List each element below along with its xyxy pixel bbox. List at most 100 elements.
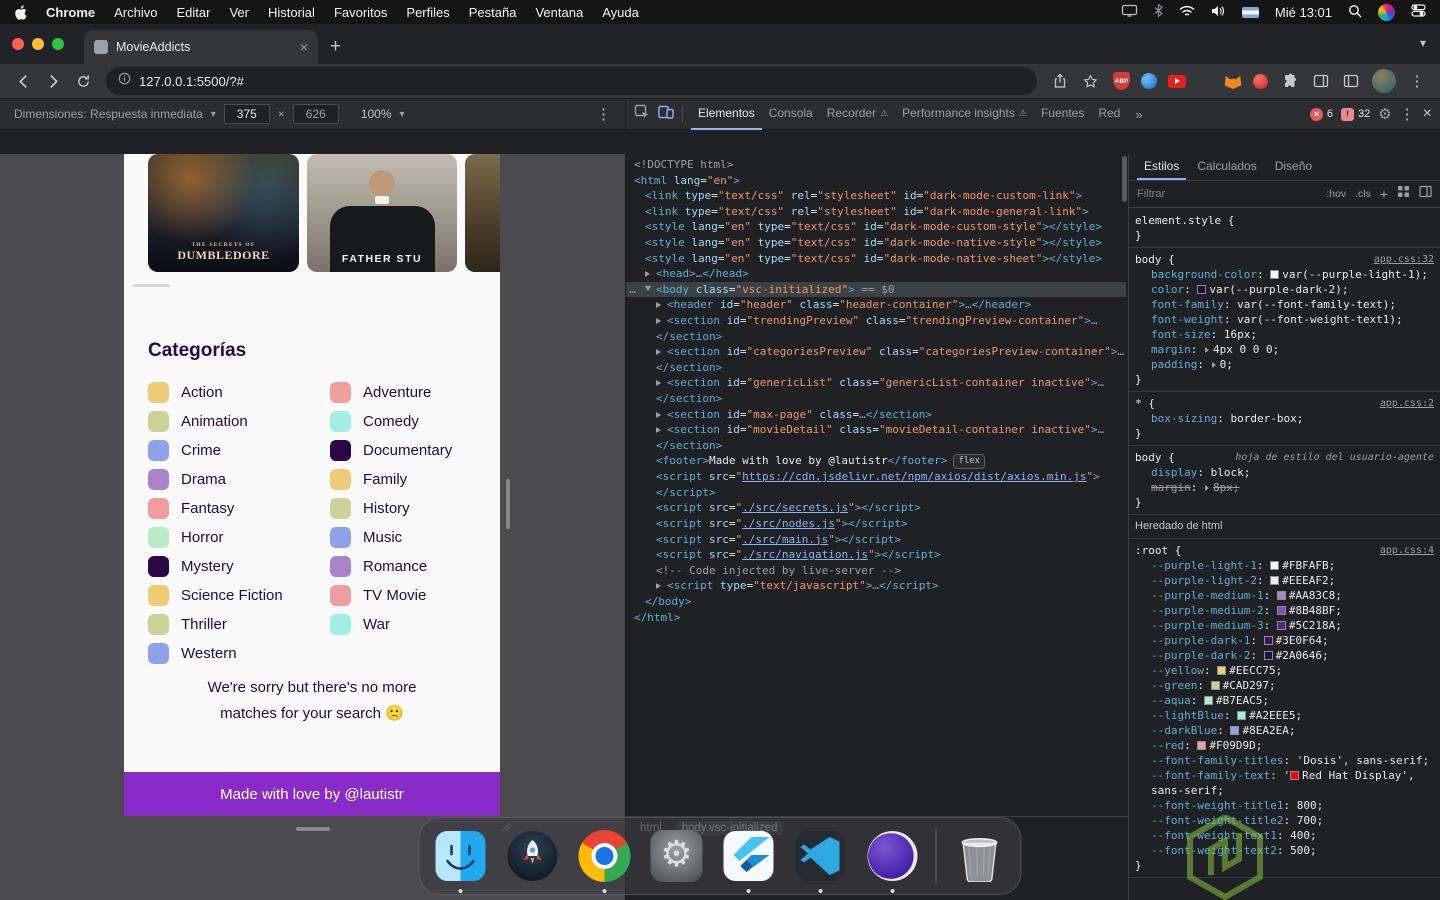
color-swatch[interactable] [1276,606,1286,615]
expand-arrow-icon[interactable] [656,313,667,329]
color-swatch[interactable] [1204,696,1213,705]
code-line[interactable]: <link type="text/css" rel="stylesheet" i… [626,204,1126,220]
code-line[interactable]: <!-- Code injected by live-server --> [626,563,1126,579]
code-line[interactable]: </body> [626,594,1126,610]
movie-poster-father-stu[interactable]: FATHER STU [307,154,457,272]
category-item[interactable]: War [330,610,478,639]
code-line[interactable]: <header id="header" class="header-contai… [626,297,1126,313]
stylesheet-link[interactable]: app.css:2 [1380,396,1434,411]
css-property[interactable]: --font-family-text: ' Red Hat Display', s… [1135,768,1434,798]
css-property[interactable]: --font-weight-text1: 400; [1135,828,1434,843]
color-swatch[interactable] [1290,771,1300,780]
code-line[interactable]: </html> [626,610,1126,626]
code-line[interactable]: <style lang="en" type="text/css" id="dar… [626,235,1126,251]
bluetooth-icon[interactable] [1154,3,1163,20]
viewport-width-input[interactable] [223,104,270,124]
devtools-close-icon[interactable]: × [1423,105,1432,123]
tab-close-icon[interactable]: × [300,40,308,54]
color-swatch[interactable] [1217,666,1227,675]
expand-arrow-icon[interactable] [656,422,667,438]
forward-button[interactable] [40,68,66,94]
zoom-level[interactable]: 100% [361,107,392,121]
category-item[interactable]: Documentary [330,436,478,465]
movie-poster-partial[interactable] [465,154,500,272]
tab-red[interactable]: Red [1091,99,1127,130]
tab-recorder[interactable]: Recorder ⚠ [820,99,895,130]
expand-arrow-icon[interactable] [656,578,667,594]
code-line[interactable]: <!DOCTYPE html> [626,157,1126,173]
css-property[interactable]: box-sizing: border-box; [1135,411,1434,426]
code-line[interactable]: <script src="./src/navigation.js"></scri… [626,547,1126,563]
color-swatch[interactable] [1263,636,1273,645]
css-property[interactable]: margin: 4px 0 0 0; [1135,342,1434,357]
control-center-icon[interactable] [1411,3,1426,21]
css-property[interactable]: font-weight: var(--font-weight-text1); [1135,312,1434,327]
category-item[interactable]: Thriller [148,610,330,639]
css-property[interactable]: --font-weight-text2: 500; [1135,843,1434,858]
css-property[interactable]: --red: #F09D9D; [1135,738,1434,753]
code-line[interactable]: <section id="trendingPreview" class="tre… [626,313,1126,329]
css-property[interactable]: --font-family-titles: 'Dosis', sans-seri… [1135,753,1434,768]
css-property[interactable]: --purple-medium-2: #8B48BF; [1135,603,1434,618]
spotlight-search-icon[interactable] [1348,4,1362,21]
css-property[interactable]: margin: 8px; [1135,480,1434,495]
zoom-window-button[interactable] [52,38,64,50]
css-property[interactable]: --aqua: #B7EAC5; [1135,693,1434,708]
dimensions-chevron-icon[interactable]: ▾ [211,109,216,120]
side-panel-icon[interactable] [1308,68,1334,94]
css-property[interactable]: --purple-dark-1: #3E0F64; [1135,633,1434,648]
code-line[interactable]: </section> [626,360,1126,376]
device-dimensions-label[interactable]: Dimensiones: Respuesta inmediata [14,107,203,121]
panel-layout-icon[interactable] [1419,185,1432,203]
code-line[interactable]: <section id="categoriesPreview" class="c… [626,344,1126,360]
blue-extension-icon[interactable] [1141,73,1157,89]
carousel-scrollbar[interactable] [133,284,170,287]
menu-item-perfiles[interactable]: Perfiles [406,5,449,20]
expand-arrow-icon[interactable] [656,407,667,423]
color-swatch[interactable] [1276,621,1286,630]
close-window-button[interactable] [12,38,24,50]
color-swatch[interactable] [1197,285,1207,294]
dock-insomnia-icon[interactable] [864,827,922,893]
category-item[interactable]: Adventure [330,378,478,407]
color-swatch[interactable] [1270,561,1280,570]
color-swatch[interactable] [1237,711,1247,720]
color-swatch[interactable] [1230,726,1240,735]
collapse-arrow-icon[interactable] [645,282,656,298]
css-property[interactable]: color: var(--purple-dark-2); [1135,282,1434,297]
css-property[interactable]: --yellow: #EECC75; [1135,663,1434,678]
tab-overflow-chevron-icon[interactable]: ▾ [1420,36,1426,50]
css-property[interactable]: --purple-light-2: #EEEAF2; [1135,573,1434,588]
new-tab-button[interactable]: + [330,36,341,58]
youtube-extension-icon[interactable] [1168,74,1186,88]
expand-shorthand-icon[interactable] [1211,362,1216,368]
menu-item-chrome[interactable]: Chrome [46,5,95,20]
menu-item-editar[interactable]: Editar [176,5,210,20]
devtools-menu-icon[interactable]: ⋮ [1400,105,1415,123]
category-item[interactable]: Crime [148,436,330,465]
category-item[interactable]: Science Fiction [148,581,330,610]
styles-filter-input[interactable] [1137,188,1318,200]
css-property[interactable]: --font-weight-title1: 800; [1135,798,1434,813]
viewport-vertical-scrollbar[interactable] [506,479,510,529]
device-toolbar-toggle-icon[interactable] [658,104,674,125]
viewport-height-input[interactable] [292,104,339,124]
code-line[interactable]: <section id="max-page" class=…</section> [626,407,1126,423]
category-item[interactable]: TV Movie [330,581,478,610]
code-line[interactable]: <section id="genericList" class="generic… [626,375,1126,391]
red-extension-icon[interactable] [1253,73,1268,89]
display-mirroring-icon[interactable] [1121,4,1138,20]
category-item[interactable]: Mystery [148,552,330,581]
color-swatch[interactable] [1276,591,1286,600]
expand-arrow-icon[interactable] [656,344,667,360]
expand-arrow-icon[interactable] [645,266,656,282]
dock-blue-app-icon[interactable] [720,827,778,893]
more-actions-icon[interactable]: … [629,282,637,298]
menu-item-favoritos[interactable]: Favoritos [334,5,387,20]
code-line[interactable]: </section> [626,438,1126,454]
sidebar-tab-estilos[interactable]: Estilos [1137,154,1187,180]
expand-arrow-icon[interactable] [656,375,667,391]
css-property[interactable]: --purple-light-1: #FBFAFB; [1135,558,1434,573]
device-toolbar-menu-icon[interactable]: ⋮ [596,105,611,123]
inspect-element-icon[interactable] [634,104,650,125]
